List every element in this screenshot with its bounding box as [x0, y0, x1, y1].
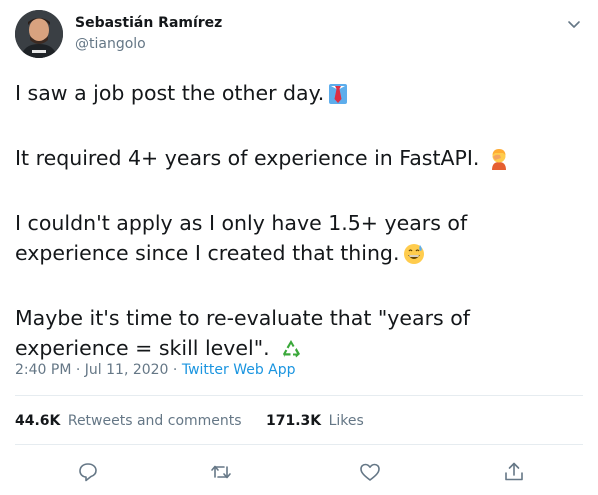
divider: [15, 395, 583, 396]
tweet-date[interactable]: Jul 11, 2020: [85, 362, 169, 378]
tweet-paragraph: I couldn't apply as I only have 1.5+ yea…: [15, 208, 585, 273]
reply-icon[interactable]: [76, 460, 100, 484]
tweet-text: I saw a job post the other day. It requi…: [15, 78, 585, 368]
divider: [15, 444, 583, 445]
avatar[interactable]: [15, 10, 63, 58]
share-icon[interactable]: [502, 460, 526, 484]
tweet-meta: 2:40 PM · Jul 11, 2020 · Twitter Web App: [15, 362, 296, 378]
likes-stat[interactable]: 171.3K Likes: [266, 413, 364, 429]
retweets-count: 44.6K: [15, 413, 61, 429]
necktie-emoji: [328, 83, 348, 113]
retweets-label: Retweets and comments: [67, 413, 242, 429]
meta-separator: ·: [75, 362, 81, 378]
retweets-stat[interactable]: 44.6K Retweets and comments: [15, 413, 242, 429]
avatar-image: [15, 10, 63, 58]
author-name[interactable]: Sebastián Ramírez: [75, 15, 222, 31]
person-facepalming-emoji: [489, 148, 509, 178]
tweet-time[interactable]: 2:40 PM: [15, 362, 71, 378]
likes-label: Likes: [328, 413, 364, 429]
tweet-paragraph: It required 4+ years of experience in Fa…: [15, 143, 585, 178]
likes-count: 171.3K: [266, 413, 322, 429]
grinning-sweat-emoji: [403, 243, 425, 273]
author-handle[interactable]: @tiangolo: [75, 36, 146, 52]
tweet-paragraph: I saw a job post the other day.: [15, 78, 585, 113]
meta-separator: ·: [172, 362, 178, 378]
chevron-down-icon[interactable]: [564, 14, 584, 34]
like-icon[interactable]: [358, 460, 382, 484]
tweet-stats: 44.6K Retweets and comments 171.3K Likes: [15, 413, 384, 429]
retweet-icon[interactable]: [209, 460, 233, 484]
tweet-source-link[interactable]: Twitter Web App: [182, 362, 296, 378]
tweet-paragraph: Maybe it's time to re-evaluate that "yea…: [15, 303, 585, 368]
